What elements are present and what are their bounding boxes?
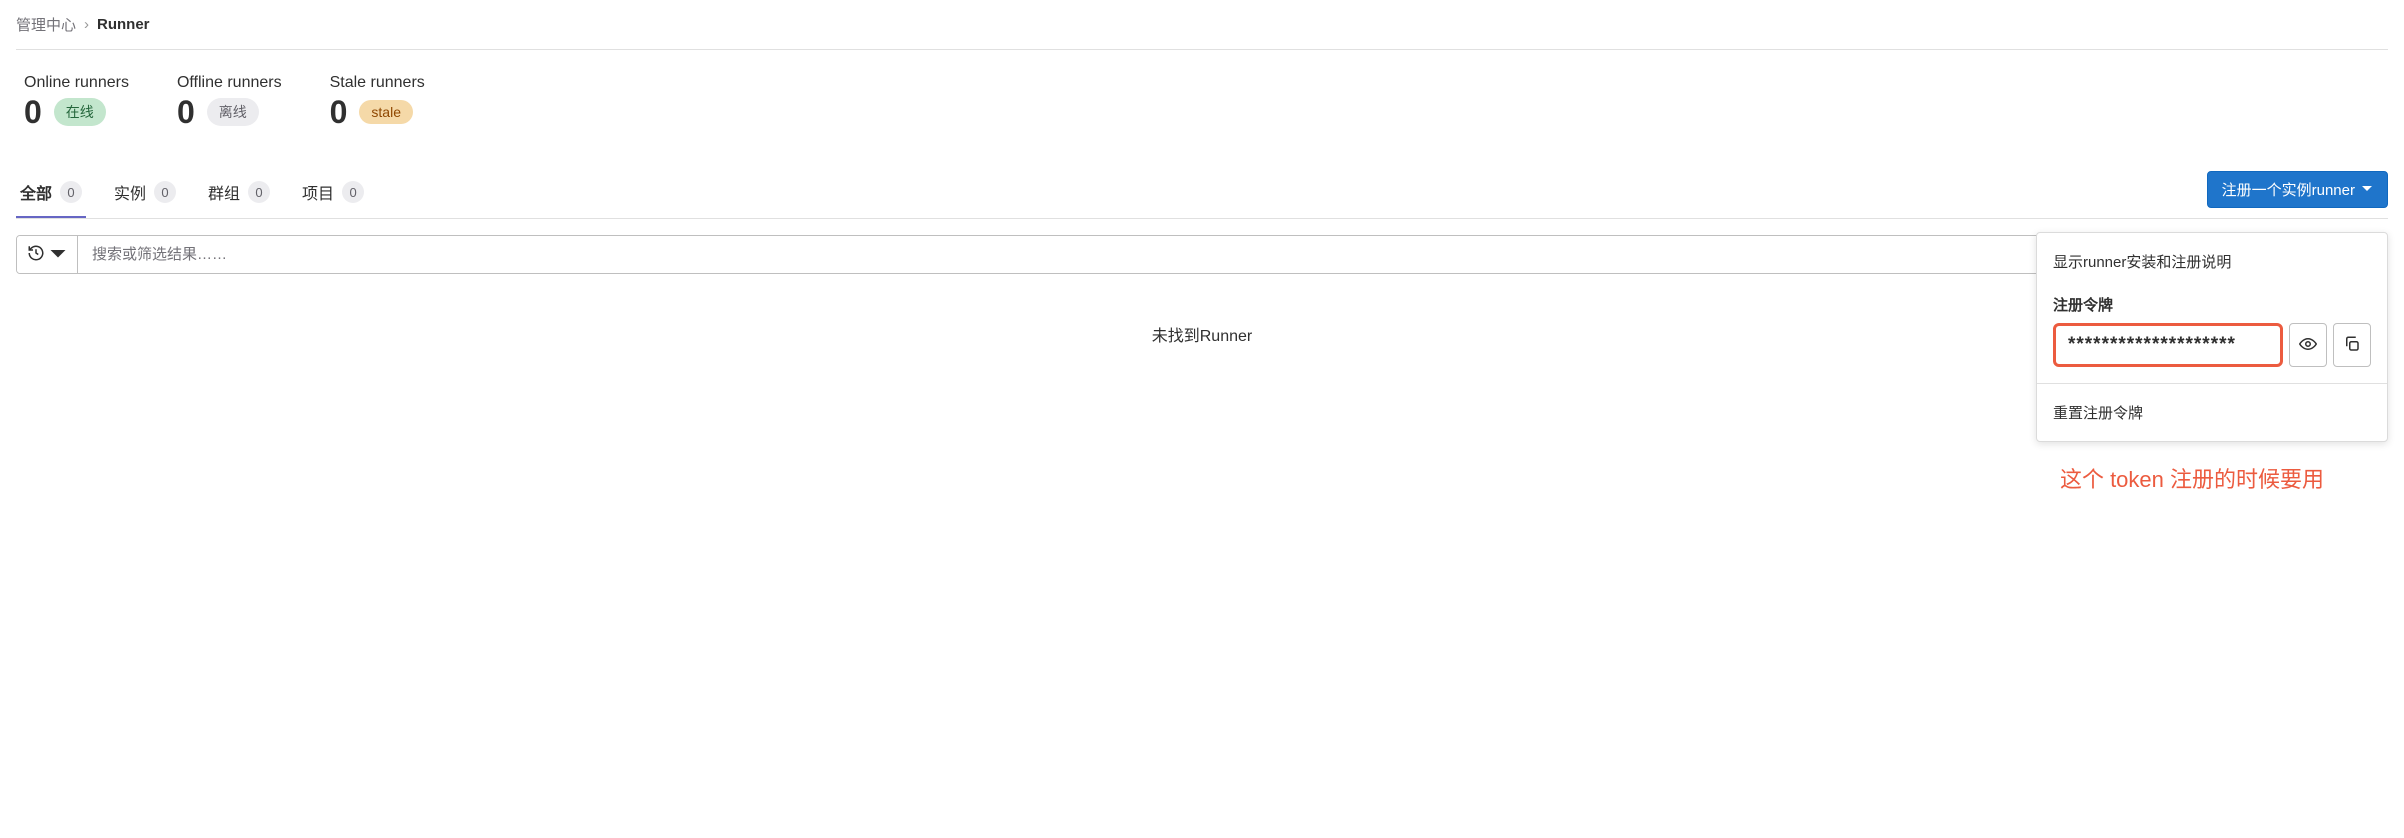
dropdown-install-guide[interactable]: 显示runner安装和注册说明 [2037,241,2387,282]
history-icon [27,244,45,265]
tab-count: 0 [60,181,82,203]
tab-label: 项目 [302,180,334,204]
register-runner-button[interactable]: 注册一个实例runner [2207,171,2388,208]
stat-online: Online runners 0 在线 [24,74,129,128]
stat-count: 0 [177,96,195,128]
tab-count: 0 [154,181,176,203]
empty-state: 未找到Runner [16,274,2388,394]
stat-label: Stale runners [330,74,425,92]
eye-icon [2299,335,2317,356]
tabs-row: 全部 0 实例 0 群组 0 项目 0 注册一个实例runner [16,144,2388,219]
breadcrumb: 管理中心 › Runner [16,0,2388,49]
button-label: 注册一个实例runner [2222,179,2355,200]
stat-count: 0 [330,96,348,128]
stat-label: Offline runners [177,74,282,92]
copy-icon [2343,335,2361,356]
token-label: 注册令牌 [2053,294,2371,315]
breadcrumb-parent[interactable]: 管理中心 [16,14,76,35]
chevron-down-icon [2361,181,2373,198]
stale-badge: stale [359,100,413,124]
copy-token-button[interactable] [2333,323,2371,367]
stat-label: Online runners [24,74,129,92]
tabs: 全部 0 实例 0 群组 0 项目 0 [16,168,368,218]
breadcrumb-separator: › [84,16,89,33]
stat-stale: Stale runners 0 stale [330,74,425,128]
tab-label: 实例 [114,180,146,204]
tab-instance[interactable]: 实例 0 [110,168,180,218]
register-dropdown-panel: 显示runner安装和注册说明 注册令牌 *******************… [2036,232,2388,442]
history-button[interactable] [17,236,78,273]
stat-count: 0 [24,96,42,128]
tab-label: 群组 [208,180,240,204]
tab-count: 0 [342,181,364,203]
tab-label: 全部 [20,180,52,204]
runner-stats: Online runners 0 在线 Offline runners 0 离线… [16,50,2388,144]
tab-group[interactable]: 群组 0 [204,168,274,218]
breadcrumb-current: Runner [97,16,150,33]
dropdown-token-section: 注册令牌 ******************** [2037,282,2387,375]
tab-all[interactable]: 全部 0 [16,168,86,218]
token-value: ******************** [2053,323,2283,367]
online-badge: 在线 [54,98,106,126]
reveal-token-button[interactable] [2289,323,2327,367]
search-bar [16,235,2388,274]
chevron-down-icon [49,244,67,265]
divider [2037,383,2387,384]
tab-count: 0 [248,181,270,203]
offline-badge: 离线 [207,98,259,126]
annotation-text: 这个 token 注册的时候要用 [2060,462,2324,494]
tab-project[interactable]: 项目 0 [298,168,368,218]
dropdown-reset-token[interactable]: 重置注册令牌 [2037,392,2387,433]
stat-offline: Offline runners 0 离线 [177,74,282,128]
